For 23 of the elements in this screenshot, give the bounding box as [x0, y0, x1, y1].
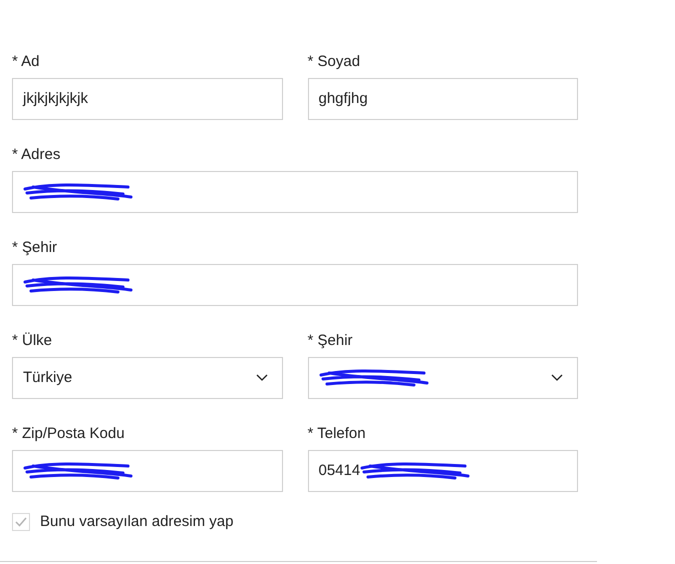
field-label: * Şehir — [12, 238, 58, 258]
input-field[interactable]: ghgfjhg — [308, 78, 578, 120]
field-label: * Zip/Posta Kodu — [12, 424, 126, 444]
field-label: * Soyad — [308, 52, 362, 72]
select-field[interactable] — [308, 357, 578, 399]
field-value: ghgfjhg — [318, 88, 368, 109]
input-field[interactable] — [12, 171, 578, 213]
field-label: * Şehir — [308, 331, 354, 351]
field-label: * Telefon — [308, 424, 367, 444]
chevron-down-icon — [551, 374, 563, 382]
select-field[interactable]: Türkiye — [12, 357, 282, 399]
input-field[interactable]: jkjkjkjkjkjk — [12, 78, 282, 120]
checkbox-label: Bunu varsayılan adresim yap — [40, 512, 234, 532]
input-field[interactable]: 05414 — [308, 450, 578, 492]
field-label: * Ad — [12, 52, 41, 72]
chevron-down-icon — [256, 374, 268, 382]
input-field[interactable] — [12, 264, 578, 306]
field-value: Türkiye — [23, 368, 72, 388]
field-label: * Adres — [12, 145, 62, 165]
input-field[interactable] — [12, 450, 282, 492]
field-value: 05414 — [318, 460, 360, 481]
field-value: jkjkjkjkjkjk — [23, 88, 88, 109]
field-label: * Ülke — [12, 331, 54, 351]
